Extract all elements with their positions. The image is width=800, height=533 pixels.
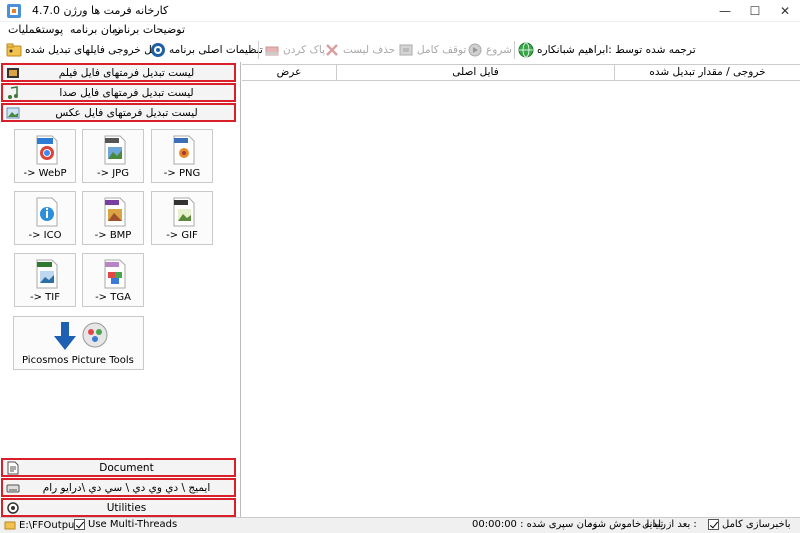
- menu-tasks[interactable]: عملیات: [8, 23, 42, 36]
- film-icon: [7, 68, 19, 78]
- eraser-icon: [265, 46, 279, 56]
- elapsed-time: زمان سپری شده : 00:00:00: [472, 519, 598, 530]
- menu-about[interactable]: توضیحات برنامه: [112, 23, 185, 36]
- maximize-button[interactable]: ☐: [740, 0, 770, 22]
- category-utilities[interactable]: Utilities: [1, 498, 236, 517]
- task-list[interactable]: خروجی / مقدار تبدیل شده فایل اصلی عرض: [242, 62, 800, 517]
- category-rom-label: ایمیج \ دي وي دي \ سي دي \درايو رام: [42, 482, 211, 494]
- format-bmp-tile[interactable]: -> BMP: [82, 191, 144, 245]
- tools-icon: [82, 322, 108, 348]
- drive-icon: [6, 484, 20, 493]
- picture-tools-label: Picosmos Picture Tools: [22, 355, 134, 366]
- task-list-header: خروجی / مقدار تبدیل شده فایل اصلی عرض: [242, 64, 800, 81]
- start-button[interactable]: شروع: [467, 40, 512, 60]
- category-video-label: لیست تبدیل فرمتهای فایل فیلم: [58, 67, 195, 79]
- category-audio[interactable]: لیست تبدیل فرمتهای فایل صدا: [1, 83, 236, 102]
- format-ico-label: -> ICO: [28, 230, 62, 241]
- format-tga-label: -> TGA: [95, 292, 131, 303]
- column-source-file[interactable]: فایل اصلی: [336, 65, 614, 80]
- category-document[interactable]: Document: [1, 458, 236, 477]
- start-icon: [468, 43, 482, 57]
- format-tif-label: -> TIF: [30, 292, 60, 303]
- format-png-tile[interactable]: -> PNG: [151, 129, 213, 183]
- tif-file-icon: [36, 259, 58, 289]
- category-rom[interactable]: ایمیج \ دي وي دي \ سي دي \درايو رام: [1, 478, 236, 497]
- output-path[interactable]: E:\FFOutput: [4, 519, 78, 531]
- format-tif-tile[interactable]: -> TIF: [14, 253, 76, 307]
- tga-file-icon: [104, 259, 126, 289]
- output-folder-button[interactable]: محل خروجی فایلهای تبدیل شده: [6, 40, 164, 60]
- format-jpg-label: -> JPG: [97, 168, 129, 179]
- toolbar: محل خروجی فایلهای تبدیل شده تنظیمات اصلی…: [0, 38, 800, 62]
- menu-language[interactable]: زبان برنامه: [70, 23, 121, 36]
- format-webp-tile[interactable]: -> WebP: [14, 129, 76, 183]
- stop-all-button[interactable]: توقف کامل: [398, 40, 466, 60]
- app-icon: [7, 4, 21, 18]
- title-bar: کارخانه فرمت ها ورژن 4.7.0 — ☐ ✕: [0, 0, 800, 22]
- music-icon: [8, 86, 18, 99]
- notify-option[interactable]: باخبرسازی کامل: [708, 519, 791, 530]
- ico-file-icon: [36, 197, 58, 227]
- category-picture-label: لیست تبدیل فرمتهای فایل عکس: [55, 107, 198, 119]
- multithread-option[interactable]: Use Multi-Threads: [74, 519, 177, 530]
- category-video[interactable]: لیست تبدیل فرمتهای فایل فیلم: [1, 63, 236, 82]
- format-webp-label: -> WebP: [23, 168, 67, 179]
- category-audio-label: لیست تبدیل فرمتهای فایل صدا: [59, 87, 194, 99]
- status-bar: E:\FFOutput Use Multi-Threads زمان سپری …: [0, 517, 800, 533]
- jpg-file-icon: [104, 135, 126, 165]
- format-gif-label: -> GIF: [166, 230, 198, 241]
- minimize-button[interactable]: —: [710, 0, 740, 22]
- format-png-label: -> PNG: [163, 168, 201, 179]
- png-file-icon: [173, 135, 195, 165]
- after-convert-label: بعد از تبدیل :: [642, 519, 697, 530]
- format-gif-tile[interactable]: -> GIF: [151, 191, 213, 245]
- clear-button[interactable]: پاک کردن: [264, 40, 325, 60]
- menu-bar: توضیحات برنامه زبان برنامه پوسته عملیات: [0, 22, 800, 38]
- format-jpg-tile[interactable]: -> JPG: [82, 129, 144, 183]
- column-output[interactable]: خروجی / مقدار تبدیل شده: [614, 65, 800, 80]
- format-bmp-label: -> BMP: [94, 230, 132, 241]
- multithread-checkbox[interactable]: [74, 519, 85, 530]
- left-pane: لیست تبدیل فرمتهای فایل فیلم لیست تبدیل …: [0, 62, 241, 517]
- category-utilities-label: Utilities: [106, 502, 147, 514]
- globe-icon: [518, 42, 534, 58]
- gif-file-icon: [173, 197, 195, 227]
- utilities-icon: [7, 502, 19, 514]
- format-tga-tile[interactable]: -> TGA: [82, 253, 144, 307]
- category-document-label: Document: [99, 462, 154, 474]
- bmp-file-icon: [104, 197, 126, 227]
- window-title: کارخانه فرمت ها ورژن 4.7.0: [32, 4, 169, 17]
- arrow-down-icon: [54, 322, 76, 350]
- picture-icon: [6, 107, 20, 119]
- remove-list-button[interactable]: حذف لیست: [324, 40, 395, 60]
- format-ico-tile[interactable]: -> ICO: [14, 191, 76, 245]
- output-folder-icon: [6, 43, 22, 57]
- settings-button[interactable]: تنظیمات اصلی برنامه: [150, 40, 263, 60]
- webp-file-icon: [36, 135, 58, 165]
- toolbar-separator: [514, 41, 515, 59]
- settings-icon: [151, 43, 165, 57]
- translator-credit: ترجمه شده توسط :ابراهیم شبانکاره: [518, 40, 696, 60]
- remove-icon: [326, 44, 338, 56]
- toolbar-separator: [258, 41, 259, 59]
- category-picture[interactable]: لیست تبدیل فرمتهای فایل عکس: [1, 103, 236, 122]
- close-button[interactable]: ✕: [770, 0, 800, 22]
- folder-icon: [4, 521, 16, 530]
- column-size[interactable]: عرض: [242, 65, 336, 80]
- stop-icon: [399, 44, 413, 56]
- picture-tools-tile[interactable]: Picosmos Picture Tools: [13, 316, 144, 370]
- notify-checkbox[interactable]: [708, 519, 719, 530]
- document-icon: [7, 461, 19, 475]
